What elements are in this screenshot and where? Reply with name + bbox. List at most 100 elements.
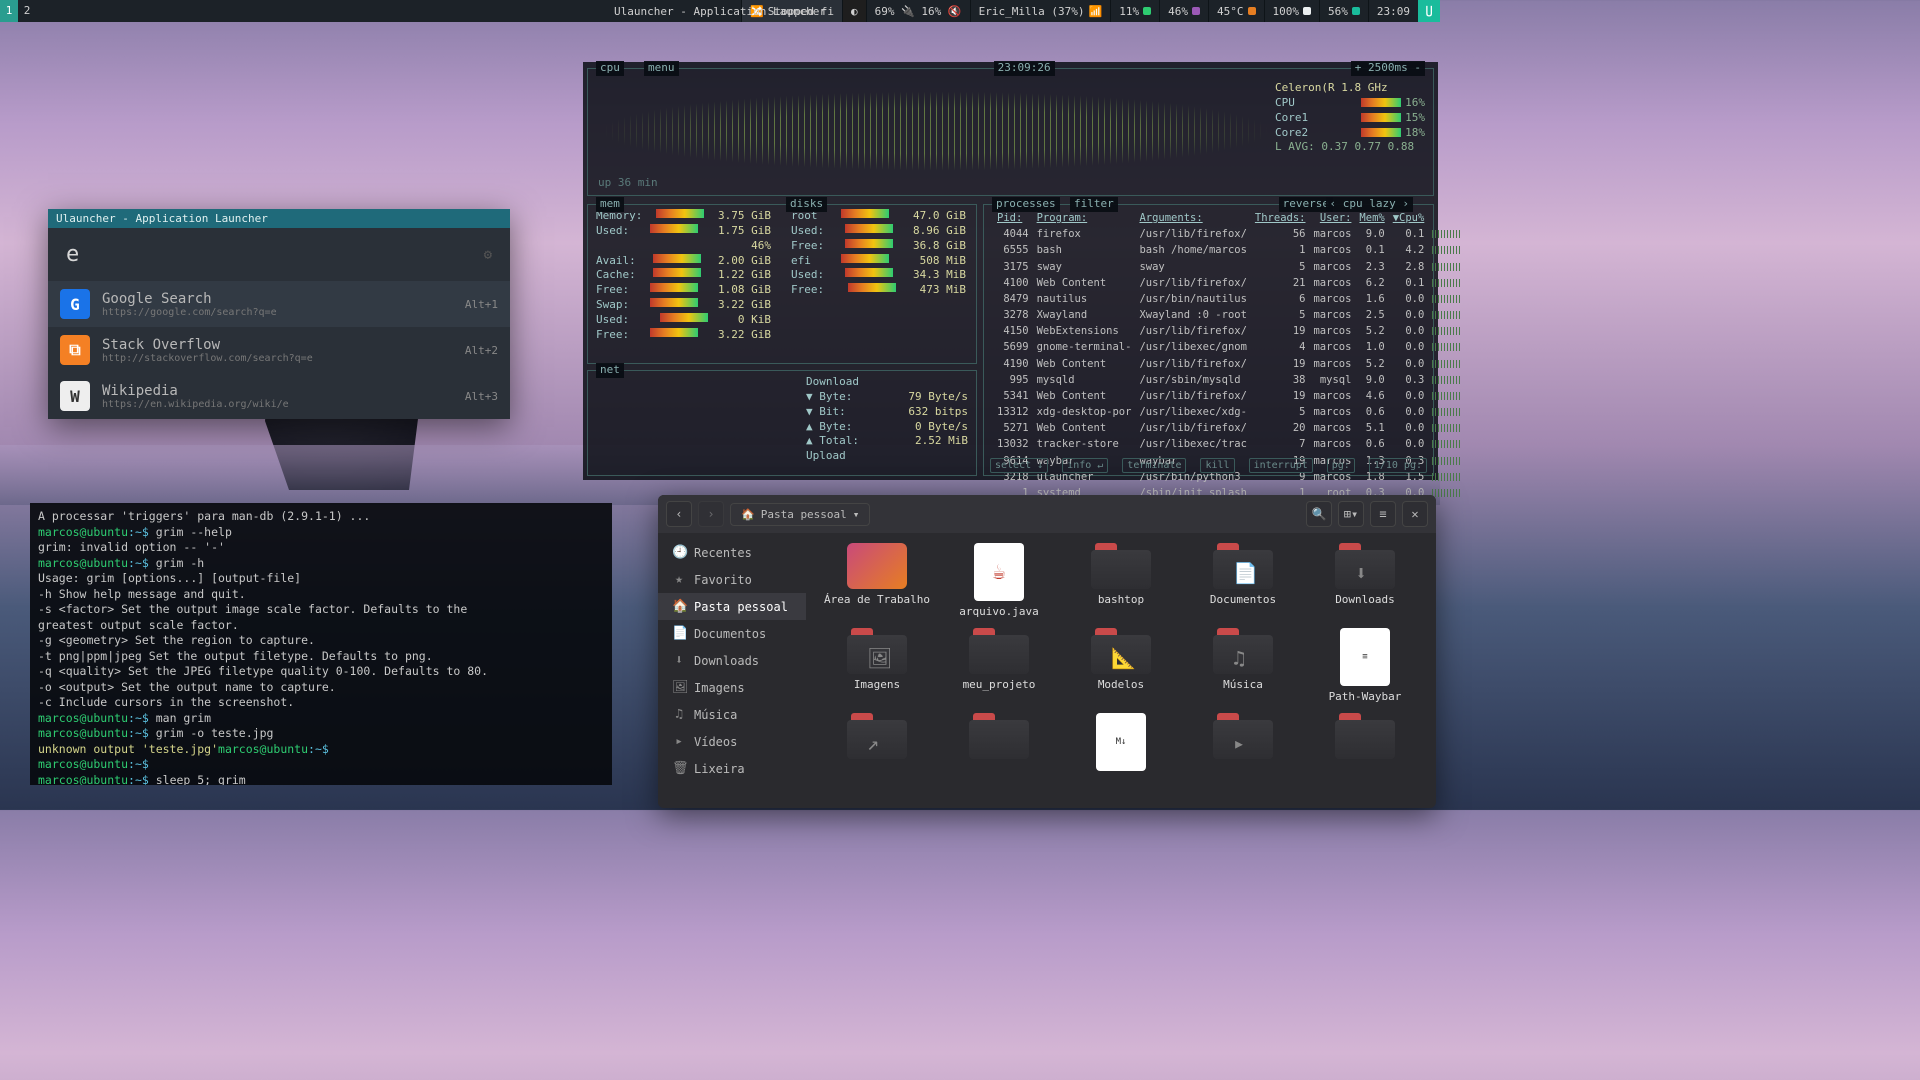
sidebar-icon: ⬇: [672, 653, 686, 668]
process-row[interactable]: 3278XwaylandXwayland :0 -root5marcos2.50…: [994, 308, 1463, 322]
cpu-gauge[interactable]: 11%: [1110, 0, 1159, 22]
process-row[interactable]: 3175swaysway5marcos2.32.8: [994, 260, 1463, 274]
file-item[interactable]: ⬇ Downloads: [1308, 543, 1422, 618]
proc-action[interactable]: info ↵: [1062, 458, 1108, 474]
file-item[interactable]: ♫Música: [1186, 628, 1300, 703]
file-item[interactable]: 🖼Imagens: [820, 628, 934, 703]
proc-action[interactable]: 1/10 pg:: [1369, 458, 1427, 474]
ulauncher-result[interactable]: WWikipediahttps://en.wikipedia.org/wiki/…: [48, 373, 510, 419]
top-bar: 1 2 Ulauncher - Application Launcher 🔀 S…: [0, 0, 1440, 22]
view-grid-button[interactable]: ⊞▾: [1338, 501, 1364, 527]
brightness-icon[interactable]: ◐: [842, 0, 866, 22]
close-button[interactable]: ✕: [1402, 501, 1428, 527]
cpu-tab[interactable]: cpu: [596, 61, 624, 76]
process-row[interactable]: 8479nautilus/usr/bin/nautilus6marcos1.60…: [994, 292, 1463, 306]
file-item[interactable]: 📄Documentos: [1186, 543, 1300, 618]
process-row[interactable]: 4044firefox/usr/lib/firefox/56marcos9.00…: [994, 227, 1463, 241]
uptime: up 36 min: [598, 176, 658, 191]
sidebar-item[interactable]: 🗑Lixeira: [658, 755, 806, 782]
refresh-interval[interactable]: + 2500ms -: [1351, 61, 1425, 76]
file-label: Música: [1223, 678, 1263, 691]
file-item[interactable]: [942, 713, 1056, 775]
workspace-1[interactable]: 1: [0, 0, 18, 22]
file-item[interactable]: bashtop: [1064, 543, 1178, 618]
sidebar-item[interactable]: ▸Vídeos: [658, 728, 806, 755]
sidebar-item[interactable]: ⬇Downloads: [658, 647, 806, 674]
result-icon: ⧉: [60, 335, 90, 365]
file-item[interactable]: ≡Path-Waybar: [1308, 628, 1422, 703]
process-row[interactable]: 4150WebExtensions/usr/lib/firefox/19marc…: [994, 324, 1463, 338]
file-item[interactable]: [1308, 713, 1422, 775]
terminal-window[interactable]: A processar 'triggers' para man-db (2.9.…: [30, 503, 612, 785]
folder-icon: ⬇: [1335, 543, 1395, 589]
sidebar-icon: ♫: [672, 707, 686, 722]
menu-tab[interactable]: menu: [644, 61, 679, 76]
ulauncher-result[interactable]: ⧉Stack Overflowhttp://stackoverflow.com/…: [48, 327, 510, 373]
forward-button[interactable]: ›: [698, 501, 724, 527]
process-row[interactable]: 13312xdg-desktop-por/usr/libexec/xdg-5ma…: [994, 405, 1463, 419]
process-row[interactable]: 5341Web Content/usr/lib/firefox/19marcos…: [994, 389, 1463, 403]
bashtop-clock: 23:09:26: [994, 61, 1055, 76]
file-label: Downloads: [1335, 593, 1395, 606]
wifi-chip[interactable]: Eric_Milla (37%) 📶: [970, 0, 1111, 22]
breadcrumb[interactable]: 🏠 Pasta pessoal ▾: [730, 503, 870, 526]
sidebar-item[interactable]: 🕘Recentes: [658, 539, 806, 566]
process-row[interactable]: 5271Web Content/usr/lib/firefox/20marcos…: [994, 421, 1463, 435]
disk-gauge[interactable]: 100%: [1264, 0, 1320, 22]
mem-gauge[interactable]: 46%: [1159, 0, 1208, 22]
sidebar-icon: 🏠: [672, 599, 686, 614]
result-title: Google Search: [102, 291, 453, 307]
result-shortcut: Alt+2: [465, 344, 498, 357]
file-item[interactable]: Área de Trabalho: [820, 543, 934, 618]
temp-gauge[interactable]: 45°C: [1208, 0, 1264, 22]
file-item[interactable]: meu_projeto: [942, 628, 1056, 703]
tray-icon[interactable]: ⋃: [1418, 0, 1440, 22]
gear-icon[interactable]: ⚙: [484, 247, 492, 263]
process-row[interactable]: 995mysqld/usr/sbin/mysqld38mysql9.00.3: [994, 373, 1463, 387]
file-item[interactable]: M↓: [1064, 713, 1178, 775]
file-item[interactable]: 📐Modelos: [1064, 628, 1178, 703]
files-grid[interactable]: Área de Trabalho☕arquivo.javabashtop📄Doc…: [806, 495, 1436, 808]
file-label: Documentos: [1210, 593, 1276, 606]
process-row[interactable]: 4190Web Content/usr/lib/firefox/19marcos…: [994, 357, 1463, 371]
sidebar-icon: 🕘: [672, 545, 686, 560]
home-icon: 🏠: [741, 508, 755, 521]
file-item[interactable]: ↗: [820, 713, 934, 775]
file-item[interactable]: ☕arquivo.java: [942, 543, 1056, 618]
proc-action[interactable]: terminate: [1122, 458, 1186, 474]
cpu-graph: [598, 91, 1273, 171]
proc-action[interactable]: interrupt: [1249, 458, 1313, 474]
search-button[interactable]: 🔍: [1306, 501, 1332, 527]
java-file-icon: ☕: [974, 543, 1024, 601]
back-button[interactable]: ‹: [666, 501, 692, 527]
sidebar-icon: ▸: [672, 734, 686, 749]
sidebar-item[interactable]: ★Favorito: [658, 566, 806, 593]
sidebar-item[interactable]: 🏠Pasta pessoal: [658, 593, 806, 620]
sidebar-icon: 📄: [672, 626, 686, 641]
swap-gauge[interactable]: 56%: [1319, 0, 1368, 22]
proc-action[interactable]: select ↓: [990, 458, 1048, 474]
ulauncher-result[interactable]: GGoogle Searchhttps://google.com/search?…: [48, 281, 510, 327]
clock[interactable]: 23:09: [1368, 0, 1418, 22]
result-title: Wikipedia: [102, 383, 453, 399]
process-row[interactable]: 4100Web Content/usr/lib/firefox/21marcos…: [994, 276, 1463, 290]
result-title: Stack Overflow: [102, 337, 453, 353]
desktop-icon: [847, 543, 907, 589]
folder-icon: [1335, 713, 1395, 759]
workspace-2[interactable]: 2: [18, 0, 36, 22]
sidebar-item[interactable]: 🖼Imagens: [658, 674, 806, 701]
menu-button[interactable]: ≡: [1370, 501, 1396, 527]
files-toolbar: ‹ › 🏠 Pasta pessoal ▾ 🔍 ⊞▾ ≡ ✕: [658, 495, 1436, 533]
battery-chip[interactable]: 69% 🔌 16% 🔇: [866, 0, 970, 22]
process-row[interactable]: 6555bashbash /home/marcos1marcos0.14.2: [994, 243, 1463, 257]
sidebar-icon: 🗑: [672, 761, 686, 776]
sidebar-item[interactable]: 📄Documentos: [658, 620, 806, 647]
proc-action[interactable]: pg:: [1327, 458, 1355, 474]
ulauncher-input[interactable]: [66, 242, 484, 267]
process-row[interactable]: 5699gnome-terminal-/usr/libexec/gnom4mar…: [994, 340, 1463, 354]
proc-action[interactable]: kill: [1200, 458, 1234, 474]
file-item[interactable]: ▸: [1186, 713, 1300, 775]
process-row[interactable]: 13032tracker-store/usr/libexec/trac7marc…: [994, 437, 1463, 451]
ulauncher-titlebar: Ulauncher - Application Launcher: [48, 209, 510, 228]
sidebar-item[interactable]: ♫Música: [658, 701, 806, 728]
